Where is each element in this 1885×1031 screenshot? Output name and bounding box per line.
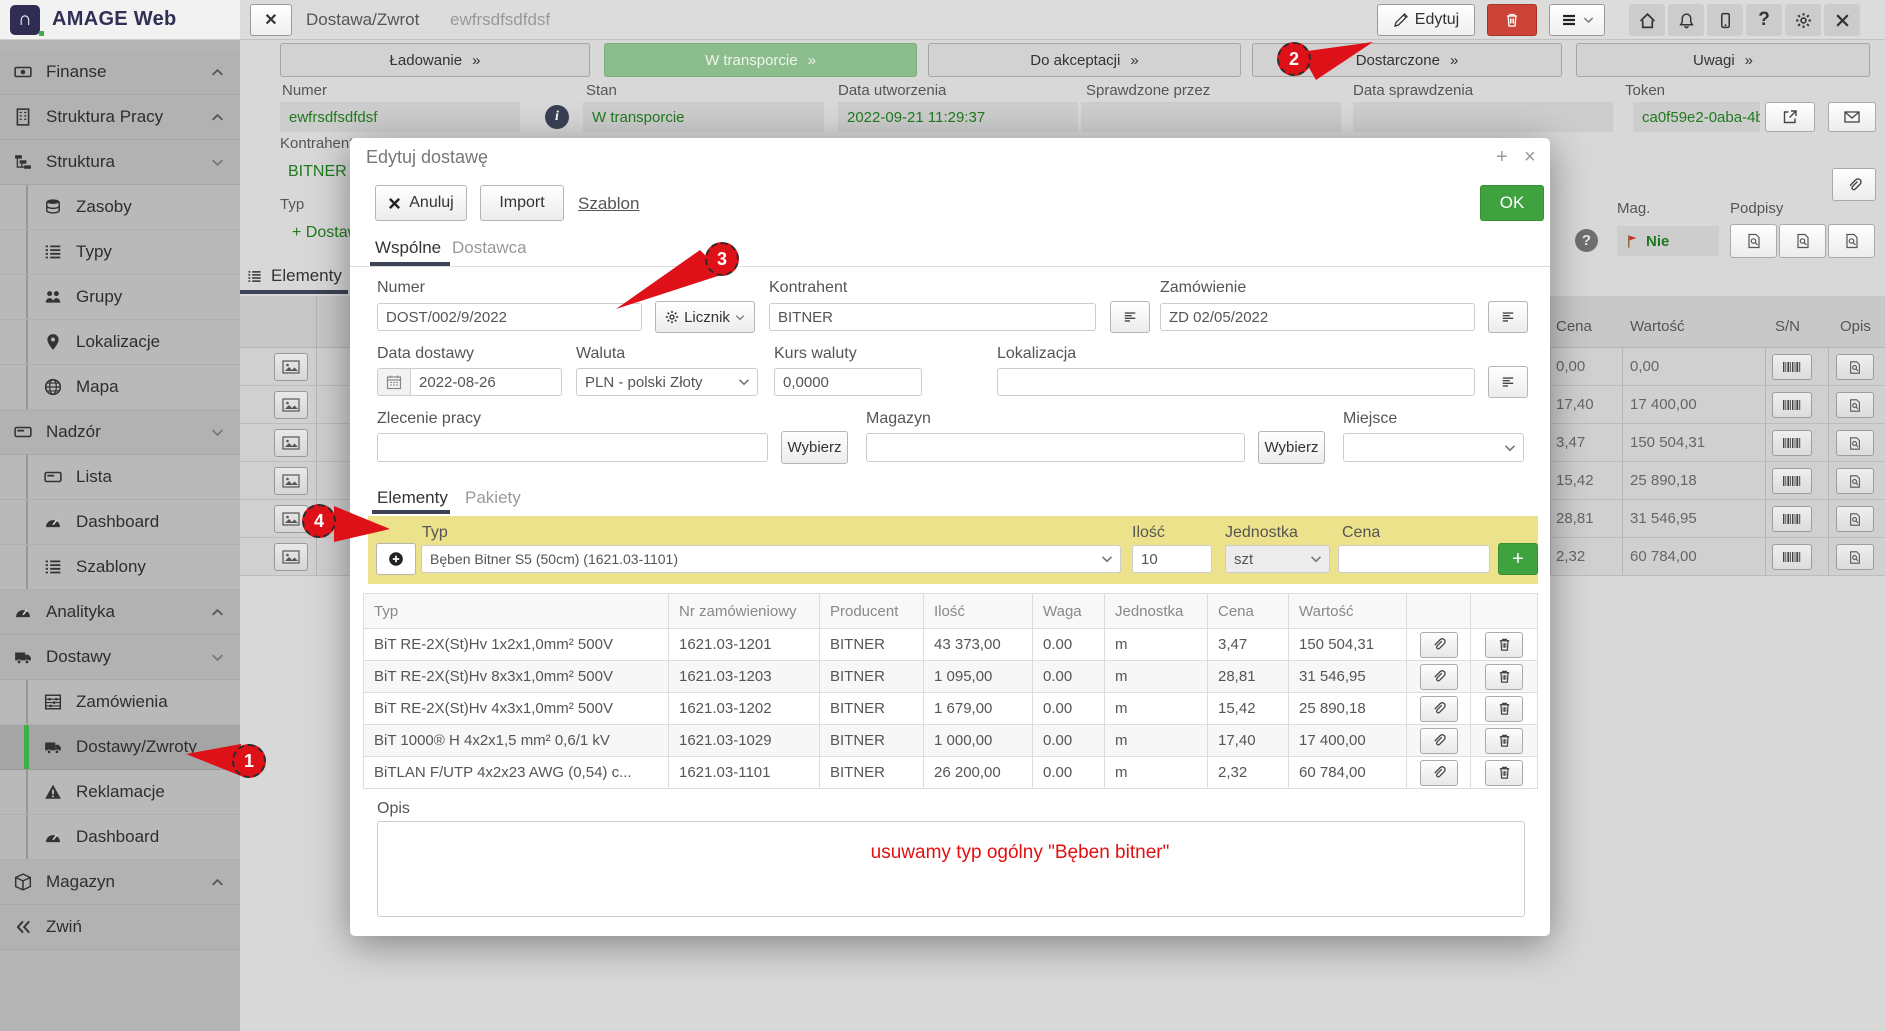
annotation-marker-4: 4 (302, 504, 336, 538)
annotation-arrows (0, 0, 1885, 1031)
annotation-marker-1: 1 (232, 744, 266, 778)
annotation-marker-2: 2 (1277, 42, 1311, 76)
annotation-marker-3: 3 (705, 242, 739, 276)
annotation-note: usuwamy typ ogólny "Bęben bitner" (810, 842, 1230, 864)
app-root: ∩ AMAGE Web FinanseStruktura PracyStrukt… (0, 0, 1885, 1031)
